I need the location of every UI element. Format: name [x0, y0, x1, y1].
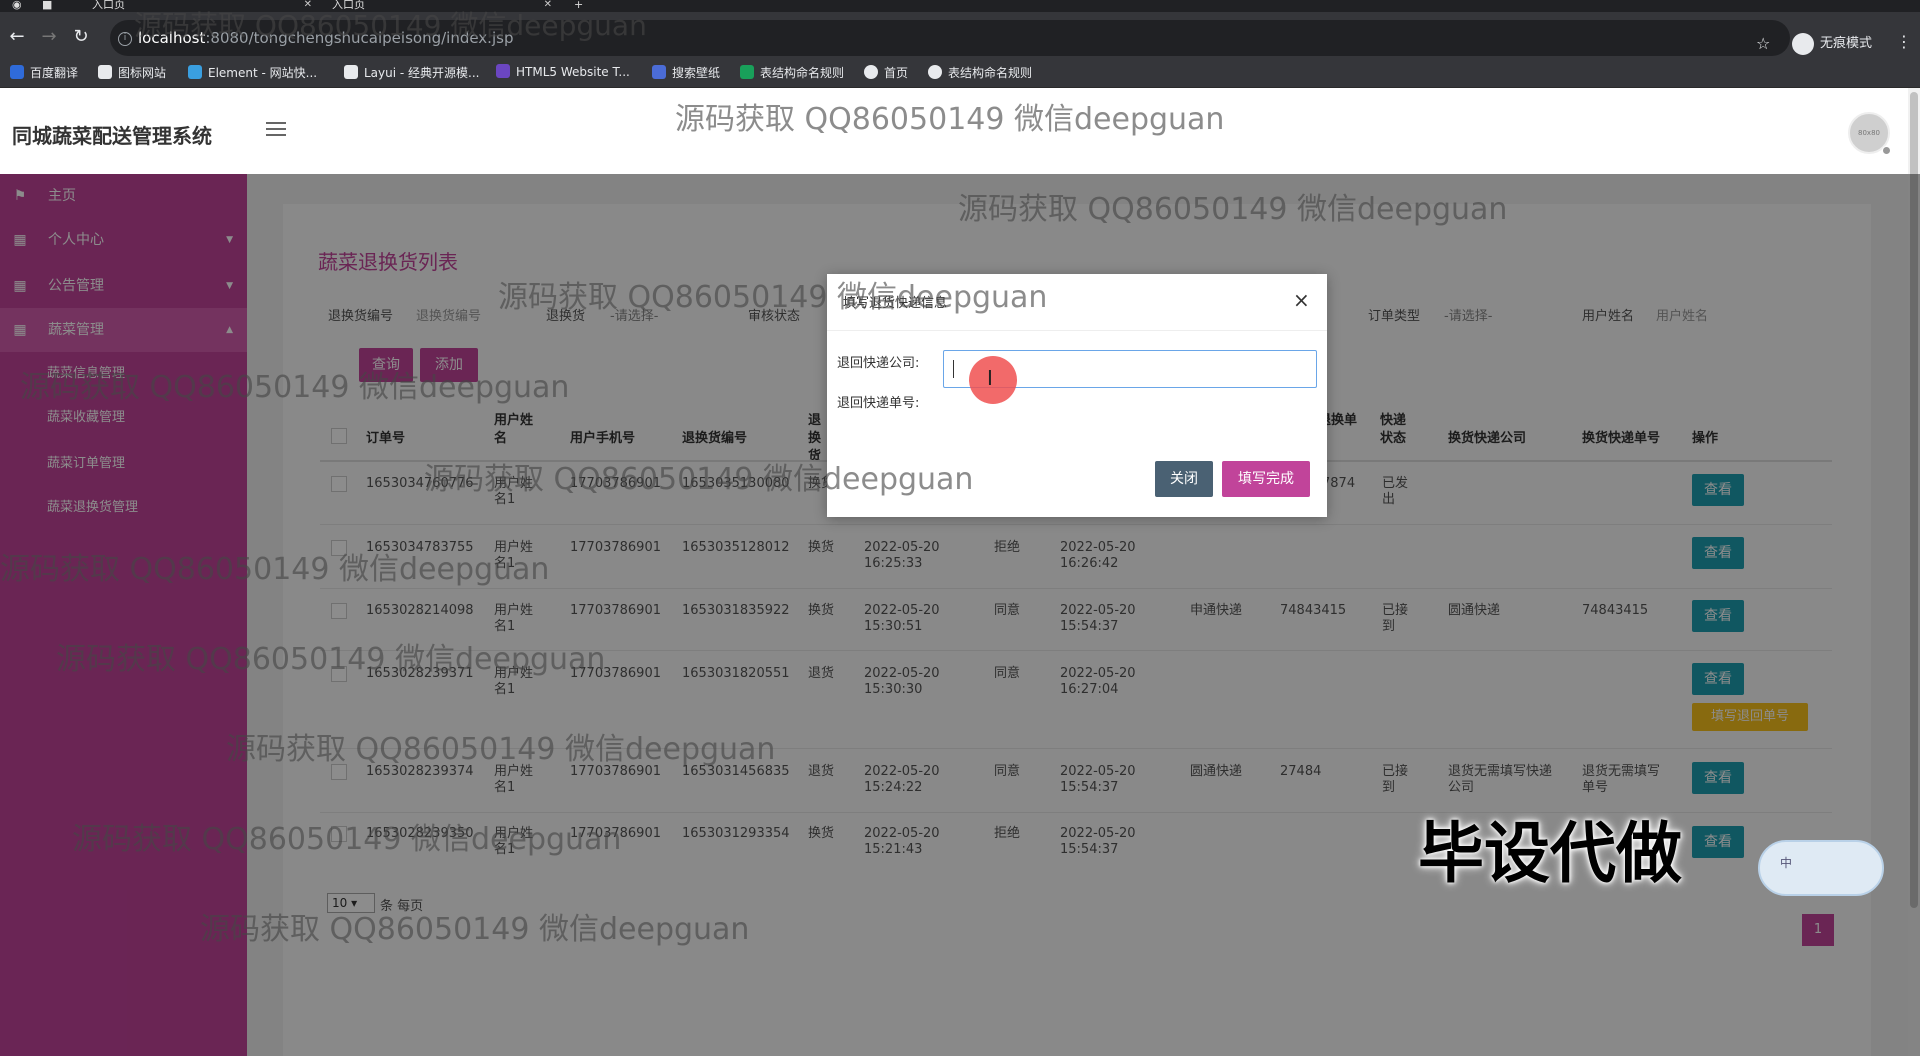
floating-widget[interactable]: 中 — [1758, 840, 1884, 896]
bookmark-label: 首页 — [884, 66, 909, 80]
text-caret — [953, 360, 954, 378]
status-dot — [1882, 146, 1891, 155]
bookmark-item[interactable]: 搜索壁纸 — [652, 64, 720, 81]
incognito-label: 无痕模式 — [1820, 36, 1873, 51]
company-field-label: 退回快递公司: — [837, 356, 920, 371]
bookmark-favicon-icon — [496, 64, 510, 78]
bookmark-label: 百度翻译 — [30, 66, 79, 80]
watermark: 源码获取 QQ86050149 微信deepguan — [134, 9, 647, 42]
screen: ◉ ■ 入口页 ✕ 入口页 ✕ + ← → ↻ localhost:8080/t… — [0, 0, 1920, 1056]
bookmark-favicon-icon — [344, 65, 358, 79]
window-icon: ■ — [42, 0, 53, 11]
watermark: 源码获取 QQ86050149 微信deepguan — [200, 912, 750, 947]
bookmark-label: 表结构命名规则 — [948, 66, 1033, 80]
watermark: 源码获取 QQ86050149 微信deepguan — [56, 642, 606, 677]
bookmark-favicon-icon — [740, 65, 754, 79]
app-title: 同城蔬菜配送管理系统 — [12, 124, 212, 148]
forward-icon[interactable]: → — [38, 26, 60, 48]
tracking-field-label: 退回快递单号: — [837, 396, 920, 411]
watermark: 源码获取 QQ86050149 微信deepguan — [226, 732, 776, 767]
watermark: 源码获取 QQ86050149 微信deepguan — [498, 280, 1048, 315]
incognito-indicator[interactable]: 无痕模式 — [1792, 32, 1872, 55]
bookmark-label: HTML5 Website T... — [516, 65, 630, 79]
watermark: 源码获取 QQ86050149 微信deepguan — [0, 552, 550, 587]
click-indicator — [969, 356, 1017, 404]
bookmark-label: 图标网站 — [118, 66, 167, 80]
watermark: 源码获取 QQ86050149 微信deepguan — [20, 370, 570, 405]
bookmark-favicon-icon — [98, 65, 112, 79]
watermark: 源码获取 QQ86050149 微信deepguan — [675, 102, 1225, 137]
back-icon[interactable]: ← — [6, 26, 28, 48]
bookmark-favicon-icon — [10, 65, 24, 79]
bookmark-favicon-icon — [652, 65, 666, 79]
bookmark-item[interactable]: 表结构命名规则 — [928, 64, 1032, 81]
bookmark-item[interactable]: HTML5 Website T... — [496, 64, 630, 79]
tab-title: 入口页 — [92, 0, 125, 11]
bookmark-label: 搜索壁纸 — [672, 66, 721, 80]
submit-button[interactable]: 填写完成 — [1222, 461, 1310, 497]
dialog-divider — [827, 330, 1327, 331]
close-icon[interactable]: × — [1293, 290, 1310, 310]
bookmark-favicon-icon — [928, 65, 942, 79]
bookmark-item[interactable]: 首页 — [864, 64, 908, 81]
bookmark-label: Layui - 经典开源模... — [364, 66, 480, 80]
bookmark-label: 表结构命名规则 — [760, 66, 845, 80]
watermark: 源码获取 QQ86050149 微信deepguan — [72, 822, 622, 857]
widget-label: 中 — [1780, 856, 1793, 870]
info-icon[interactable]: i — [118, 32, 132, 46]
promo-watermark: 毕设代做 — [1418, 815, 1682, 892]
bookmark-item[interactable]: Element - 网站快... — [188, 64, 317, 81]
menu-toggle-icon[interactable] — [266, 122, 286, 138]
ibeam-cursor-icon: I — [987, 366, 993, 390]
bookmark-item[interactable]: 图标网站 — [98, 64, 166, 81]
more-icon[interactable]: ⋮ — [1896, 32, 1912, 51]
bookmark-item[interactable]: Layui - 经典开源模... — [344, 64, 479, 81]
bookmark-favicon-icon — [864, 65, 878, 79]
browser-icon: ◉ — [12, 0, 22, 11]
bookmark-item[interactable]: 表结构命名规则 — [740, 64, 844, 81]
close-button[interactable]: 关闭 — [1155, 461, 1213, 497]
bookmark-item[interactable]: 百度翻译 — [10, 64, 78, 81]
watermark: 源码获取 QQ86050149 微信deepguan — [424, 462, 974, 497]
bookmark-favicon-icon — [188, 65, 202, 79]
watermark: 源码获取 QQ86050149 微信deepguan — [958, 192, 1508, 227]
star-icon[interactable]: ☆ — [1756, 34, 1770, 53]
bookmarks-bar: 百度翻译 图标网站 Element - 网站快... Layui - 经典开源模… — [0, 56, 1920, 88]
incognito-icon — [1792, 32, 1814, 55]
reload-icon[interactable]: ↻ — [70, 26, 92, 48]
bookmark-label: Element - 网站快... — [208, 66, 318, 80]
